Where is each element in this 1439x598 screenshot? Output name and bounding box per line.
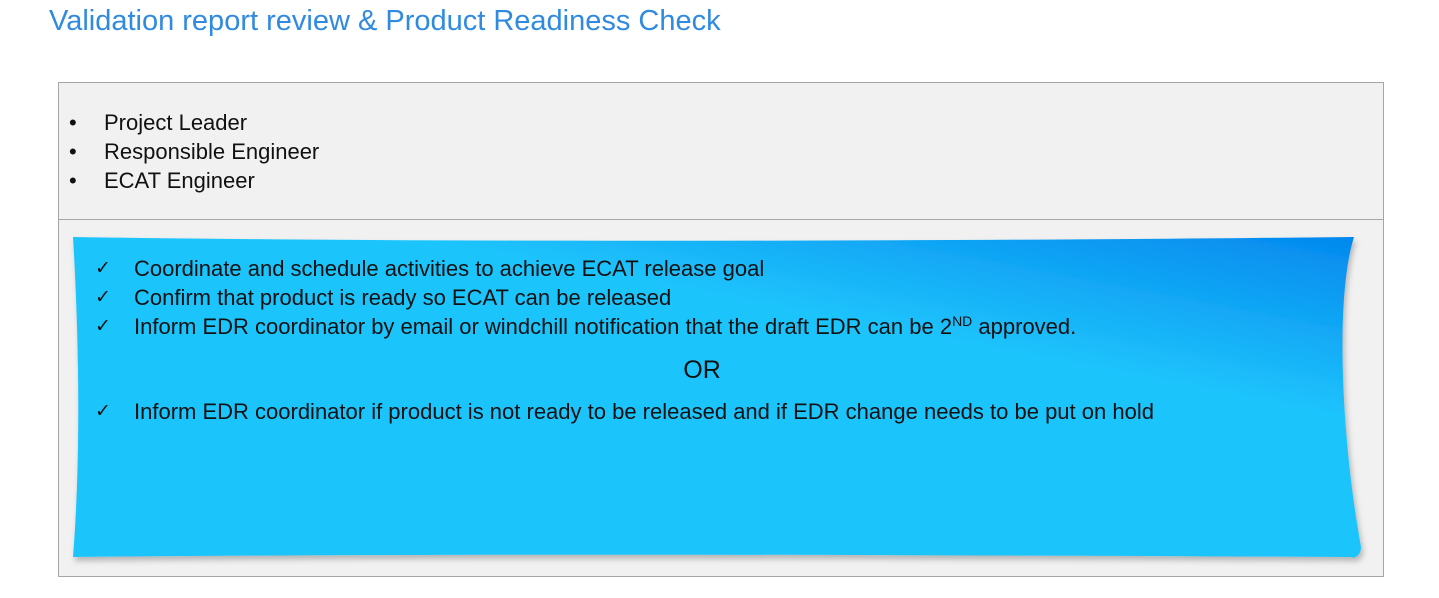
checkmark-icon: ✓: [95, 400, 111, 422]
checkmark-icon: ✓: [95, 315, 111, 337]
list-item: ✓ Confirm that product is ready so ECAT …: [95, 283, 1335, 312]
list-item: • Responsible Engineer: [69, 137, 319, 166]
task-text: Inform EDR coordinator if product is not…: [134, 399, 1154, 424]
page-title: Validation report review & Product Readi…: [49, 5, 721, 37]
task-text: Coordinate and schedule activities to ac…: [134, 256, 765, 281]
roles-list: • Project Leader • Responsible Engineer …: [69, 108, 319, 195]
list-item: • Project Leader: [69, 108, 319, 137]
role-label: ECAT Engineer: [104, 168, 255, 193]
bullet-icon: •: [69, 110, 77, 135]
role-label: Project Leader: [104, 110, 248, 135]
list-item: ✓ Coordinate and schedule activities to …: [95, 254, 1335, 283]
checkmark-icon: ✓: [95, 286, 111, 308]
list-item: ✓ Inform EDR coordinator by email or win…: [95, 312, 1335, 341]
task-text: Confirm that product is ready so ECAT ca…: [134, 285, 672, 310]
task-list: ✓ Coordinate and schedule activities to …: [95, 254, 1335, 426]
task-text-inform: Inform EDR coordinator by email or windc…: [134, 312, 1076, 341]
sticky-note: ✓ Coordinate and schedule activities to …: [73, 237, 1365, 559]
list-item: • ECAT Engineer: [69, 166, 319, 195]
task-text-prefix: Inform EDR coordinator by email or windc…: [134, 314, 953, 339]
slide: Validation report review & Product Readi…: [0, 0, 1439, 598]
roles-section: • Project Leader • Responsible Engineer …: [59, 83, 1383, 220]
checkmark-icon: ✓: [95, 257, 111, 279]
content-frame: • Project Leader • Responsible Engineer …: [58, 82, 1384, 577]
bullet-icon: •: [69, 139, 77, 164]
role-label: Responsible Engineer: [104, 139, 320, 164]
or-separator: OR: [683, 356, 721, 384]
bullet-icon: •: [69, 168, 77, 193]
ordinal-superscript: ND: [952, 313, 973, 329]
list-item: ✓ Inform EDR coordinator if product is n…: [95, 397, 1335, 426]
task-text-suffix: approved.: [972, 314, 1077, 339]
